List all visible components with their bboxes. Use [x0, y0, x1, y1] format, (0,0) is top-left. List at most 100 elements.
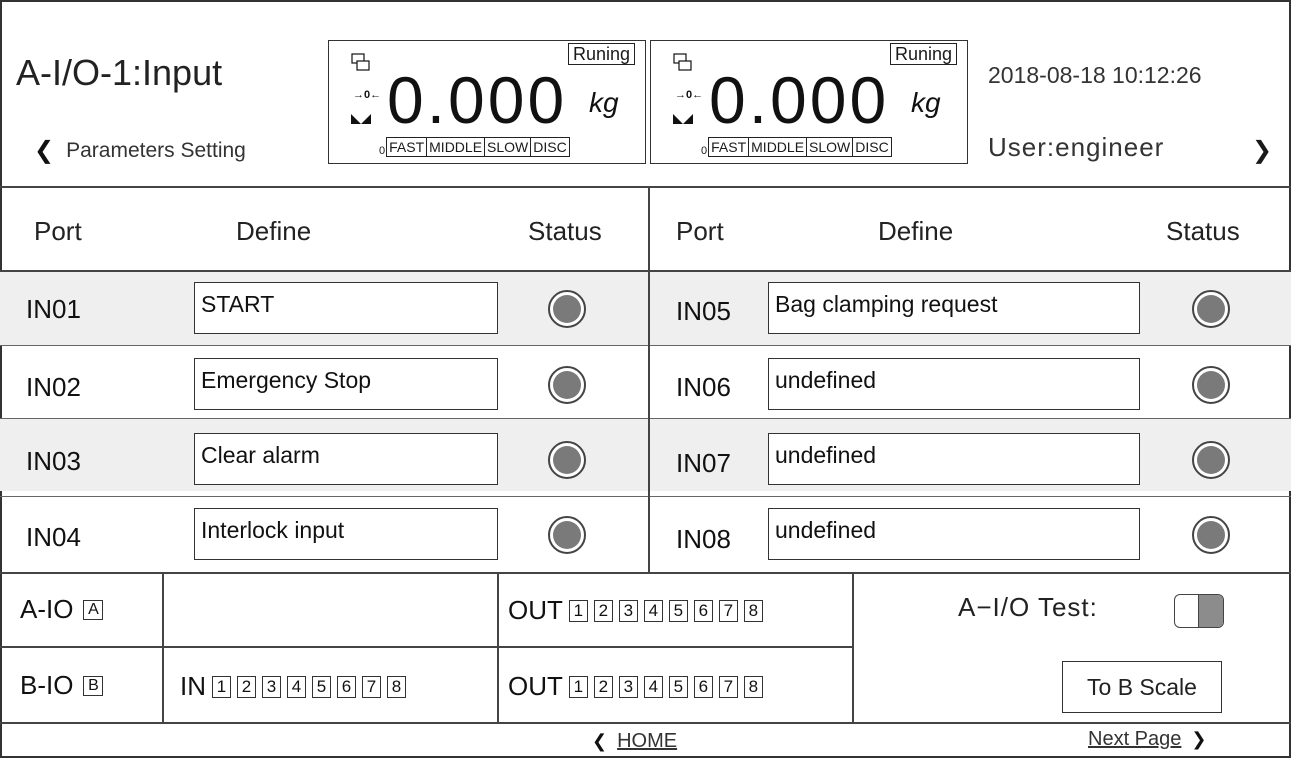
- back-parameters-setting-button[interactable]: ❮ Parameters Setting: [34, 136, 246, 165]
- out-7[interactable]: 7: [718, 599, 738, 622]
- port-label: IN06: [676, 372, 731, 402]
- speed-middle: MIDDLE: [426, 137, 486, 157]
- divider: [0, 186, 1291, 188]
- a-tag: A: [83, 599, 104, 620]
- divider: [162, 572, 164, 722]
- current-user: User:engineer: [988, 132, 1165, 162]
- a-io-label: A-IO A: [20, 594, 104, 625]
- out-8[interactable]: 8: [743, 599, 763, 622]
- monitor-icon: [673, 53, 692, 71]
- in-3[interactable]: 3: [262, 675, 281, 698]
- home-link[interactable]: ❮ HOME: [592, 730, 677, 753]
- define-field[interactable]: Emergency Stop: [194, 358, 498, 410]
- status-led: [548, 441, 586, 479]
- port-label: IN02: [26, 372, 81, 402]
- port-label: IN03: [26, 446, 81, 476]
- define-field[interactable]: undefined: [768, 433, 1140, 485]
- page-title: A-I/O-1:Input: [16, 52, 223, 93]
- in-5[interactable]: 5: [312, 675, 331, 698]
- define-field[interactable]: undefined: [768, 358, 1140, 410]
- home-label: HOME: [617, 730, 678, 752]
- speed-slow: SLOW: [484, 137, 532, 157]
- col-header-status: Status: [528, 216, 602, 246]
- divider: [0, 646, 852, 648]
- in-1[interactable]: 1: [212, 675, 231, 698]
- out-6[interactable]: 6: [693, 599, 713, 622]
- monitor-icon: [351, 53, 370, 71]
- divider: [497, 572, 499, 722]
- col-header-status: Status: [1166, 216, 1240, 246]
- define-field[interactable]: undefined: [768, 508, 1140, 560]
- b-io-text: B-IO: [20, 670, 74, 700]
- weight-value: 0.000: [387, 63, 568, 137]
- weight-unit: kg: [589, 87, 619, 118]
- out-1[interactable]: 1: [568, 675, 588, 698]
- zero-indicator: →0←: [675, 89, 704, 101]
- port-label: IN01: [26, 294, 81, 324]
- out-3[interactable]: 3: [618, 599, 638, 622]
- status-led: [1192, 366, 1230, 404]
- zero-indicator: →0←: [353, 89, 382, 101]
- weight-value: 0.000: [709, 63, 890, 137]
- speed-indicators: 0 FAST MIDDLE SLOW DISC: [379, 137, 570, 157]
- aio-test-toggle[interactable]: [1174, 594, 1224, 628]
- a-out-indicators: OUT 1 2 3 4 5 6 7 8: [508, 595, 763, 626]
- out-5[interactable]: 5: [668, 599, 688, 622]
- col-header-define: Define: [878, 216, 954, 246]
- chevron-left-icon: ❮: [34, 137, 55, 164]
- out-6[interactable]: 6: [693, 675, 713, 698]
- out-5[interactable]: 5: [668, 675, 688, 698]
- speed-slow: SLOW: [806, 137, 854, 157]
- in-7[interactable]: 7: [362, 675, 381, 698]
- speed-zero-label: 0: [379, 145, 386, 157]
- define-field[interactable]: Bag clamping request: [768, 282, 1140, 334]
- chevron-right-icon[interactable]: ❯: [1252, 136, 1272, 165]
- weight-unit: kg: [911, 87, 941, 118]
- divider: [0, 722, 1291, 724]
- speed-disc: DISC: [530, 137, 570, 157]
- speed-fast: FAST: [386, 137, 428, 157]
- stable-icon: [673, 114, 693, 124]
- status-led: [548, 290, 586, 328]
- to-b-scale-button[interactable]: To B Scale: [1062, 661, 1222, 713]
- port-label: IN07: [676, 448, 731, 478]
- status-led: [1192, 441, 1230, 479]
- stable-icon: [351, 114, 371, 124]
- define-field[interactable]: Clear alarm: [194, 433, 498, 485]
- chevron-left-icon: ❮: [592, 731, 608, 751]
- col-header-define: Define: [236, 216, 312, 246]
- out-2[interactable]: 2: [593, 675, 613, 698]
- out-label: OUT: [508, 595, 563, 625]
- in-2[interactable]: 2: [237, 675, 256, 698]
- status-led: [1192, 516, 1230, 554]
- toggle-knob: [1198, 595, 1223, 627]
- speed-zero-label: 0: [701, 145, 708, 157]
- a-io-text: A-IO: [20, 594, 74, 624]
- out-1[interactable]: 1: [568, 599, 588, 622]
- b-in-indicators: IN 1 2 3 4 5 6 7 8: [180, 671, 406, 702]
- port-label: IN04: [26, 522, 81, 552]
- speed-middle: MIDDLE: [748, 137, 808, 157]
- divider: [852, 572, 854, 722]
- status-led: [548, 366, 586, 404]
- run-status-badge: Runing: [567, 43, 635, 65]
- speed-fast: FAST: [708, 137, 750, 157]
- aio-test-label: A−I/O Test:: [958, 592, 1098, 622]
- speed-indicators: 0 FAST MIDDLE SLOW DISC: [701, 137, 892, 157]
- out-8[interactable]: 8: [743, 675, 763, 698]
- col-header-port: Port: [676, 216, 724, 246]
- port-label: IN08: [676, 524, 731, 554]
- next-page-link[interactable]: Next Page ❯: [1088, 728, 1206, 751]
- define-field[interactable]: Interlock input: [194, 508, 498, 560]
- out-label: OUT: [508, 671, 563, 701]
- out-4[interactable]: 4: [643, 675, 663, 698]
- out-4[interactable]: 4: [643, 599, 663, 622]
- define-field[interactable]: START: [194, 282, 498, 334]
- in-4[interactable]: 4: [287, 675, 306, 698]
- in-6[interactable]: 6: [337, 675, 356, 698]
- out-3[interactable]: 3: [618, 675, 638, 698]
- out-2[interactable]: 2: [593, 599, 613, 622]
- run-status-badge: Runing: [889, 43, 957, 65]
- out-7[interactable]: 7: [718, 675, 738, 698]
- in-8[interactable]: 8: [387, 675, 406, 698]
